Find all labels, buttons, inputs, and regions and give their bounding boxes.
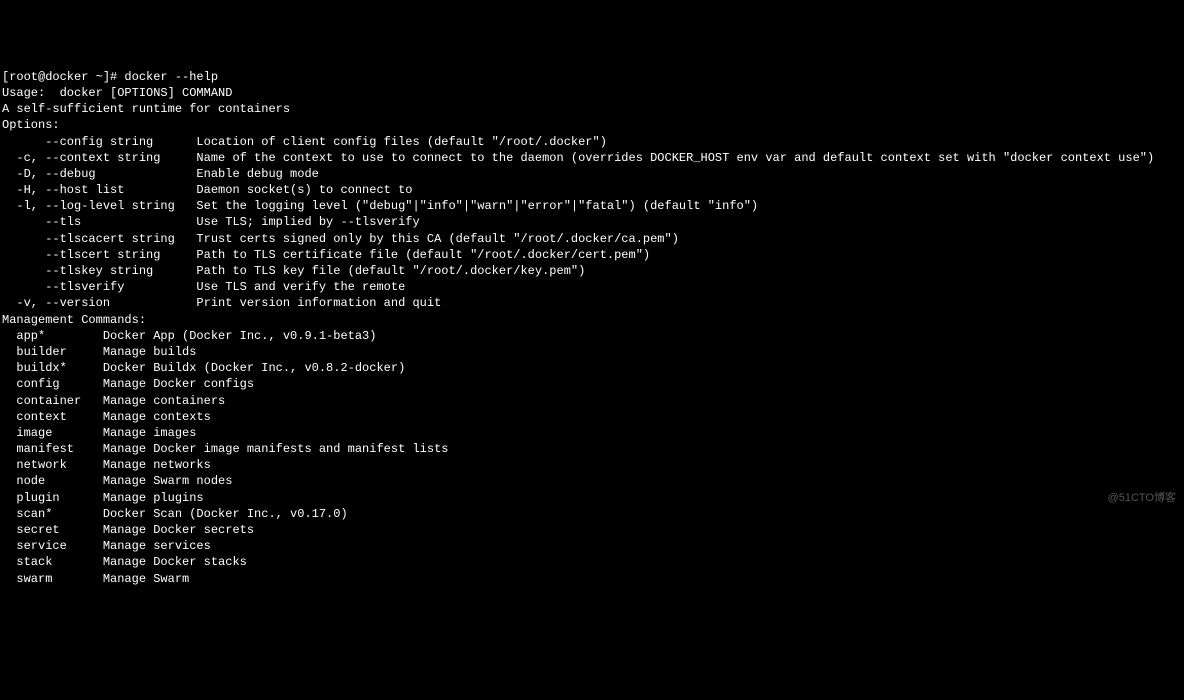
mgmt-line: scan* Docker Scan (Docker Inc., v0.17.0) — [2, 506, 1182, 522]
option-line: --tlscacert string Trust certs signed on… — [2, 231, 1182, 247]
option-line: --config string Location of client confi… — [2, 134, 1182, 150]
option-line: -c, --context string Name of the context… — [2, 150, 1182, 166]
terminal-output[interactable]: [root@docker ~]# docker --helpUsage: doc… — [2, 69, 1182, 587]
option-line: --tlskey string Path to TLS key file (de… — [2, 263, 1182, 279]
mgmt-header: Management Commands: — [2, 312, 1182, 328]
mgmt-line: manifest Manage Docker image manifests a… — [2, 441, 1182, 457]
mgmt-line: image Manage images — [2, 425, 1182, 441]
mgmt-line: context Manage contexts — [2, 409, 1182, 425]
tagline: A self-sufficient runtime for containers — [2, 101, 1182, 117]
option-line: -H, --host list Daemon socket(s) to conn… — [2, 182, 1182, 198]
mgmt-line: stack Manage Docker stacks — [2, 554, 1182, 570]
mgmt-line: secret Manage Docker secrets — [2, 522, 1182, 538]
mgmt-line: network Manage networks — [2, 457, 1182, 473]
mgmt-line: builder Manage builds — [2, 344, 1182, 360]
mgmt-line: service Manage services — [2, 538, 1182, 554]
mgmt-line: swarm Manage Swarm — [2, 571, 1182, 587]
option-line: -l, --log-level string Set the logging l… — [2, 198, 1182, 214]
options-header: Options: — [2, 117, 1182, 133]
watermark: @51CTO博客 — [1108, 491, 1176, 506]
mgmt-line: buildx* Docker Buildx (Docker Inc., v0.8… — [2, 360, 1182, 376]
mgmt-line: config Manage Docker configs — [2, 376, 1182, 392]
option-line: --tlscert string Path to TLS certificate… — [2, 247, 1182, 263]
option-line: -D, --debug Enable debug mode — [2, 166, 1182, 182]
option-line: --tls Use TLS; implied by --tlsverify — [2, 214, 1182, 230]
option-line: -v, --version Print version information … — [2, 295, 1182, 311]
mgmt-line: node Manage Swarm nodes — [2, 473, 1182, 489]
usage-line: Usage: docker [OPTIONS] COMMAND — [2, 85, 1182, 101]
mgmt-line: plugin Manage plugins — [2, 490, 1182, 506]
prompt-line: [root@docker ~]# docker --help — [2, 69, 1182, 85]
mgmt-line: container Manage containers — [2, 393, 1182, 409]
mgmt-line: app* Docker App (Docker Inc., v0.9.1-bet… — [2, 328, 1182, 344]
option-line: --tlsverify Use TLS and verify the remot… — [2, 279, 1182, 295]
